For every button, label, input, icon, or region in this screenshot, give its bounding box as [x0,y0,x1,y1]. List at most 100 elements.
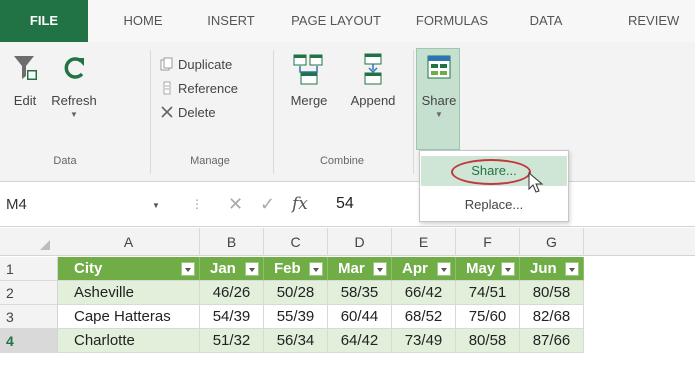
merge-icon [293,54,323,85]
reference-label: Reference [178,81,238,96]
delete-label: Delete [178,105,216,120]
share-button[interactable]: Share ▼ [416,52,462,119]
filter-dropdown-icon[interactable] [373,262,387,276]
select-all-corner[interactable] [0,228,58,256]
table-header-cell[interactable]: Mar [328,257,392,281]
merge-label: Merge [290,93,328,108]
table-header-cell[interactable]: Apr [392,257,456,281]
menu-item-share[interactable]: Share... [421,156,567,186]
table-cell-city[interactable]: Asheville [58,281,200,305]
delete-button[interactable]: Delete [160,105,216,120]
table-cell[interactable]: 58/35 [328,281,392,305]
group-separator [273,50,274,174]
table-header-cell[interactable]: Jun [520,257,584,281]
append-label: Append [350,93,396,108]
reference-button[interactable]: Reference [160,81,238,96]
group-label-data: Data [53,155,77,167]
table-cell[interactable]: 55/39 [264,305,328,329]
table-header-cell[interactable]: May [456,257,520,281]
refresh-chevron-down-icon[interactable]: ▼ [48,110,100,119]
table-cell-city[interactable]: Charlotte [58,329,200,353]
tab-data[interactable]: DATA [517,0,575,42]
tab-home[interactable]: HOME [108,0,178,42]
table-header-label: Jan [210,260,236,277]
row-header-3[interactable]: 3 [0,305,58,329]
group-label-manage: Manage [190,155,230,167]
append-button[interactable]: Append [340,52,406,108]
table-cell[interactable]: 60/44 [328,305,392,329]
column-header-a[interactable]: A [58,228,200,256]
table-header-label: Apr [402,260,428,277]
row-header-2[interactable]: 2 [0,281,58,305]
table-cell[interactable]: 73/49 [392,329,456,353]
table-header-label: Jun [530,260,557,277]
insert-function-icon[interactable]: fx [292,194,308,214]
tab-insert[interactable]: INSERT [196,0,266,42]
row-header-4[interactable]: 4 [0,329,58,353]
menu-item-replace[interactable]: Replace... [421,190,567,220]
table-cell[interactable]: 46/26 [200,281,264,305]
column-header-f[interactable]: F [456,228,520,256]
table-cell[interactable]: 74/51 [456,281,520,305]
share-query-icon [427,55,451,79]
table-cell-city[interactable]: Cape Hatteras [58,305,200,329]
mouse-pointer-icon [528,172,544,193]
column-header-row: A B C D E F G [0,228,695,256]
row-header-1[interactable]: 1 [0,257,58,281]
table-cell[interactable]: 80/58 [520,281,584,305]
name-box-chevron-down-icon[interactable]: ▼ [152,201,160,210]
column-header-b[interactable]: B [200,228,264,256]
tab-formulas[interactable]: FORMULAS [408,0,496,42]
column-header-e[interactable]: E [392,228,456,256]
share-label: Share [421,93,457,108]
table-cell[interactable]: 56/34 [264,329,328,353]
tab-page-layout[interactable]: PAGE LAYOUT [282,0,390,42]
share-chevron-down-icon[interactable]: ▼ [416,110,462,119]
filter-dropdown-icon[interactable] [437,262,451,276]
filter-dropdown-icon[interactable] [181,262,195,276]
table-header-label: Mar [338,260,365,277]
column-header-g[interactable]: G [520,228,584,256]
tab-file[interactable]: FILE [0,0,88,42]
table-cell[interactable]: 66/42 [392,281,456,305]
table-header-cell[interactable]: Jan [200,257,264,281]
table-cell[interactable]: 51/32 [200,329,264,353]
filter-dropdown-icon[interactable] [565,262,579,276]
column-header-d[interactable]: D [328,228,392,256]
group-separator [150,50,151,174]
merge-button[interactable]: Merge [280,52,338,108]
enter-check-icon[interactable]: ✓ [260,194,275,215]
edit-label: Edit [13,93,37,108]
tab-review[interactable]: REVIEW [628,0,695,42]
filter-dropdown-icon[interactable] [501,262,515,276]
share-dropdown-menu: Share... Replace... [419,150,569,222]
name-box[interactable]: M4 [6,191,176,219]
table-cell[interactable]: 50/28 [264,281,328,305]
formula-input[interactable]: 54 [336,195,354,213]
filter-dropdown-icon[interactable] [309,262,323,276]
duplicate-button[interactable]: Duplicate [160,57,232,72]
filter-dropdown-icon[interactable] [245,262,259,276]
table-cell[interactable]: 54/39 [200,305,264,329]
duplicate-label: Duplicate [178,57,233,72]
table-cell[interactable]: 64/42 [328,329,392,353]
table-cell[interactable]: 80/58 [456,329,520,353]
refresh-button[interactable]: Refresh ▼ [48,52,100,119]
cancel-icon[interactable]: ✕ [228,194,243,215]
table-header-label: Feb [274,260,301,277]
column-header-c[interactable]: C [264,228,328,256]
table-header-label: May [466,260,496,277]
formula-bar-grip-icon[interactable]: ⋮ [191,197,203,211]
table-header-cell[interactable]: Feb [264,257,328,281]
table-cell[interactable]: 87/66 [520,329,584,353]
table-cell[interactable]: 75/60 [456,305,520,329]
delete-icon [161,106,173,118]
table-cell[interactable]: 82/68 [520,305,584,329]
table-header-label: City [74,260,103,277]
select-all-triangle-icon [40,240,50,250]
duplicate-icon [160,57,173,71]
ribbon-tab-strip: FILE HOME INSERT PAGE LAYOUT FORMULAS DA… [0,0,695,42]
edit-button[interactable]: Edit [6,52,44,108]
table-cell[interactable]: 68/52 [392,305,456,329]
table-header-cell[interactable]: City [58,257,200,281]
